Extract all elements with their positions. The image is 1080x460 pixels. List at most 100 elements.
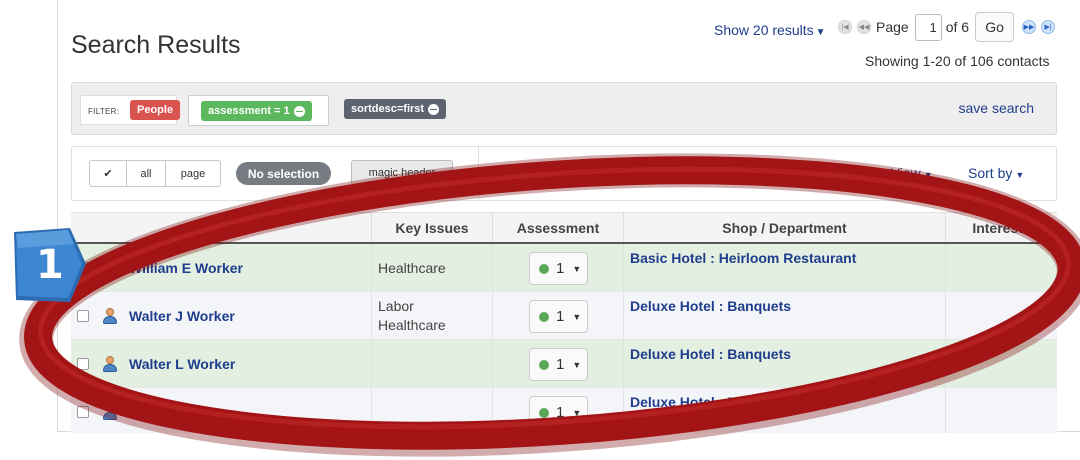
toolbar-divider <box>478 147 479 200</box>
assessment-cell: 1 ▼ <box>493 388 624 433</box>
sort-by-menu[interactable]: Sort by ▼ <box>968 165 1024 181</box>
status-dot-icon <box>539 407 549 418</box>
layout-value: Organizing View <box>819 165 921 181</box>
assessment-value: 1 <box>556 260 565 277</box>
show-results-label: Show 20 results <box>714 22 814 38</box>
key-issues-cell: Labor Healthcare <box>372 292 493 340</box>
person-icon <box>102 260 118 276</box>
caret-down-icon: ▼ <box>572 359 582 370</box>
interests-cell <box>946 292 1057 340</box>
column-header-contact[interactable]: Contact <box>71 213 372 242</box>
table-row[interactable]: William E Worker Healthcare 1 ▼ Basic Hot… <box>71 244 1057 292</box>
sort-by-label: Sort by <box>968 165 1013 181</box>
assessment-dropdown[interactable]: 1 ▼ <box>529 252 588 285</box>
show-results-dropdown[interactable]: Show 20 results ▼ <box>714 22 826 38</box>
prev-page-icon[interactable]: ◀◀ <box>857 20 871 34</box>
caret-down-icon: ▼ <box>641 170 650 180</box>
contact-cell: Walter Worker <box>71 388 372 433</box>
last-page-icon[interactable]: ▶| <box>1041 20 1056 34</box>
layout-dropdown[interactable]: Organizing View ▼ <box>819 165 933 181</box>
key-issues-cell <box>372 340 493 388</box>
sort-filter-tag[interactable]: sortdesc=first <box>344 99 447 119</box>
status-dot-icon <box>539 359 549 370</box>
column-header-shop[interactable]: Shop / Department <box>624 213 946 242</box>
assessment-value: 1 <box>556 308 565 325</box>
column-header-key-issues[interactable]: Key Issues <box>372 213 493 242</box>
first-page-icon[interactable]: |◀ <box>838 20 852 34</box>
assessment-value: 1 <box>556 356 565 373</box>
status-dot-icon <box>539 311 549 322</box>
step-number: 1 <box>36 242 64 288</box>
caret-down-icon: ▼ <box>1015 170 1025 180</box>
caret-down-icon: ▼ <box>923 170 933 180</box>
next-page-icon[interactable]: ▶▶ <box>1022 20 1037 34</box>
assessment-dropdown[interactable]: 1 ▼ <box>529 348 588 381</box>
table-row[interactable]: Walter Worker 1 ▼ Deluxe Hotel : Banquets <box>71 388 1057 433</box>
select-all-button[interactable]: all <box>127 161 166 186</box>
shop-link[interactable]: Deluxe Hotel : Banquets <box>624 388 946 433</box>
layout-label: Layout: <box>762 165 808 181</box>
assessment-dropdown[interactable]: 1 ▼ <box>529 300 588 333</box>
row-checkbox[interactable] <box>77 406 89 418</box>
step-number-badge: 1 <box>14 228 88 304</box>
select-page-button[interactable]: page <box>166 161 220 186</box>
assessment-filter-text: assessment = 1 <box>208 105 290 117</box>
selection-status-badge: No selection <box>236 162 331 185</box>
key-issues-cell: Healthcare <box>372 244 493 292</box>
interests-cell <box>946 340 1057 388</box>
contact-name-link[interactable]: William E Worker <box>129 260 243 276</box>
contact-cell: William E Worker <box>71 244 372 292</box>
contact-name-link[interactable]: Walter Worker <box>129 404 223 420</box>
key-issue: Labor <box>378 298 414 314</box>
caret-down-icon: ▼ <box>572 263 582 274</box>
row-checkbox[interactable] <box>77 310 89 322</box>
results-count: Showing 1-20 of 106 contacts <box>865 53 1050 69</box>
interests-cell <box>946 388 1057 433</box>
row-checkbox[interactable] <box>77 358 89 370</box>
table-row[interactable]: Walter J Worker Labor Healthcare 1 ▼ Delu… <box>71 292 1057 340</box>
actions-label: Actions <box>500 165 546 181</box>
assessment-filter-tag[interactable]: assessment = 1 <box>201 101 312 121</box>
page-number-input[interactable]: 1 <box>914 13 942 41</box>
assessment-cell: 1 ▼ <box>493 292 624 340</box>
reports-menu[interactable]: Reports ▼ <box>589 165 650 181</box>
status-dot-icon <box>539 263 549 274</box>
remove-filter-icon[interactable] <box>293 105 305 117</box>
shop-link[interactable]: Deluxe Hotel : Banquets <box>624 292 946 340</box>
remove-sort-icon[interactable] <box>428 103 440 115</box>
caret-down-icon: ▼ <box>720 170 730 180</box>
caret-down-icon: ▼ <box>548 170 558 180</box>
person-icon <box>102 308 118 324</box>
actions-menu[interactable]: Actions ▼ <box>500 165 558 181</box>
go-button[interactable]: Go <box>975 12 1015 42</box>
caret-down-icon: ▼ <box>572 407 582 418</box>
shop-link[interactable]: Basic Hotel : Heirloom Restaurant <box>624 244 946 292</box>
sort-filter-text: sortdesc=first <box>351 103 425 115</box>
reports-label: Reports <box>589 165 639 181</box>
contact-name-link[interactable]: Walter L Worker <box>129 356 235 372</box>
column-header-interests[interactable]: Interests <box>946 213 1057 242</box>
results-table: Contact Key Issues Assessment Shop / Dep… <box>71 212 1057 433</box>
check-icon[interactable]: ✔ <box>90 161 127 186</box>
maps-menu[interactable]: Maps ▼ <box>683 165 729 181</box>
pagination: |◀ ◀◀ Page 1 of 6 Go ▶▶ ▶| <box>838 12 1060 42</box>
assessment-cell: 1 ▼ <box>493 244 624 292</box>
contact-cell: Walter L Worker <box>71 340 372 388</box>
filter-bar: FILTER: People assessment = 1 sortdesc=f… <box>71 82 1057 135</box>
assessment-dropdown[interactable]: 1 ▼ <box>529 396 588 429</box>
maps-label: Maps <box>683 165 718 181</box>
save-search-link[interactable]: save search <box>959 100 1034 116</box>
page-label: Page <box>876 19 909 35</box>
key-issues-cell <box>372 388 493 433</box>
shop-link[interactable]: Deluxe Hotel : Banquets <box>624 340 946 388</box>
assessment-cell: 1 ▼ <box>493 340 624 388</box>
people-tag[interactable]: People <box>130 100 181 120</box>
contact-cell: Walter J Worker <box>71 292 372 340</box>
results-toolbar: ✔ all page No selection magic header Act… <box>71 146 1057 201</box>
table-row[interactable]: Walter L Worker 1 ▼ Deluxe Hotel : Banque… <box>71 340 1057 388</box>
key-issue: Healthcare <box>378 317 446 333</box>
magic-header-button[interactable]: magic header <box>351 160 453 185</box>
key-issue: Healthcare <box>378 259 446 276</box>
column-header-assessment[interactable]: Assessment <box>493 213 624 242</box>
contact-name-link[interactable]: Walter J Worker <box>129 308 235 324</box>
